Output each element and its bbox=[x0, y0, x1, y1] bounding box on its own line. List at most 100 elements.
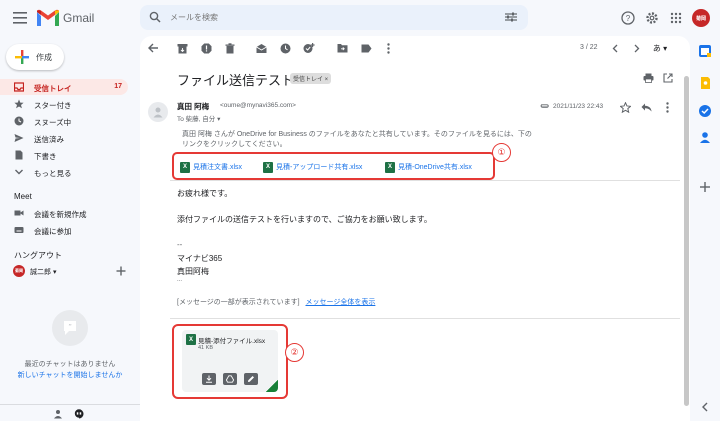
inbox-label-chip[interactable]: 受信トレイ × bbox=[290, 73, 332, 84]
sidebar-item-join-meeting[interactable]: 会議に参加 bbox=[0, 222, 128, 238]
show-side-panel-icon[interactable] bbox=[698, 400, 712, 414]
sidebar-item-sent[interactable]: 送信済み bbox=[0, 130, 128, 146]
attachment-name: 見積-添付ファイル.xlsx bbox=[198, 338, 266, 345]
send-icon bbox=[14, 133, 24, 143]
gear-icon[interactable] bbox=[644, 10, 660, 26]
tasks-icon[interactable] bbox=[698, 104, 712, 118]
search-input[interactable] bbox=[170, 10, 470, 25]
sidebar-item-new-meeting[interactable]: 会議を新規作成 bbox=[0, 205, 128, 221]
contacts-icon[interactable] bbox=[698, 130, 712, 144]
view-entire-message-link[interactable]: メッセージ全体を表示 bbox=[306, 299, 376, 306]
video-icon bbox=[14, 208, 24, 218]
input-tools-selector[interactable]: あ ▾ bbox=[648, 41, 672, 55]
body-text: 添付ファイルの送信テストを行いますので、ご協力をお願い致します。 bbox=[177, 215, 432, 224]
search-icon[interactable] bbox=[148, 10, 162, 24]
print-icon[interactable] bbox=[642, 72, 654, 84]
shared-file-link[interactable]: X 見積注文書.xlsx bbox=[180, 161, 242, 173]
apps-grid-icon[interactable] bbox=[668, 10, 684, 26]
truncated-message-notice: [メッセージの一部が表示されています] メッセージ全体を表示 bbox=[177, 297, 375, 307]
inbox-icon bbox=[14, 82, 24, 92]
plus-icon bbox=[14, 49, 30, 65]
sidebar-item-starred[interactable]: スター付き bbox=[0, 96, 128, 112]
sidebar-item-label: 下書き bbox=[34, 152, 57, 161]
shared-file-name: 見積-OneDrive共有.xlsx bbox=[398, 164, 472, 171]
shared-files-highlight: X 見積注文書.xlsx X 見積-アップロード共有.xlsx X 見積-One… bbox=[172, 152, 495, 180]
message-view: 3 / 22 あ ▾ ファイル送信テスト 受信トレイ × 真田 阿梅 <oume… bbox=[140, 36, 690, 421]
edit-pencil-icon[interactable] bbox=[244, 373, 258, 385]
help-icon[interactable]: ? bbox=[620, 10, 636, 26]
excel-file-icon: X bbox=[186, 334, 196, 345]
prev-page-icon[interactable] bbox=[608, 41, 622, 55]
scrollbar-thumb[interactable] bbox=[684, 76, 689, 406]
meet-section-title: Meet bbox=[14, 192, 32, 201]
signature-name: 真田阿梅 bbox=[177, 267, 209, 276]
calendar-icon[interactable] bbox=[698, 44, 712, 58]
add-task-icon[interactable] bbox=[302, 41, 316, 55]
sidebar-item-snoozed[interactable]: スヌーズ中 bbox=[0, 113, 128, 129]
back-arrow-icon[interactable] bbox=[146, 41, 160, 55]
add-contact-icon[interactable] bbox=[115, 265, 127, 277]
person-icon[interactable] bbox=[53, 409, 63, 419]
sidebar-item-label: スヌーズ中 bbox=[34, 118, 72, 127]
gmail-logo-icon[interactable] bbox=[36, 9, 60, 27]
reply-icon[interactable] bbox=[640, 101, 652, 113]
app-name[interactable]: Gmail bbox=[63, 11, 94, 25]
more-vert-icon[interactable] bbox=[381, 41, 395, 55]
excel-file-icon: X bbox=[385, 161, 395, 173]
sidebar-item-label: 会議を新規作成 bbox=[34, 210, 87, 219]
signature-company: マイナビ365 bbox=[177, 254, 223, 263]
sidebar-item-label: 会議に参加 bbox=[34, 227, 72, 236]
open-in-new-window-icon[interactable] bbox=[662, 72, 674, 84]
draft-icon bbox=[14, 150, 24, 160]
attachment-card[interactable]: X 見積-添付ファイル.xlsx 41 KB bbox=[182, 330, 278, 392]
add-to-drive-icon[interactable] bbox=[223, 373, 237, 385]
search-options-icon[interactable] bbox=[504, 10, 518, 24]
recipients-dropdown[interactable]: To 柴藤, 自分 ▾ bbox=[177, 113, 220, 123]
annotation-badge-2: ② bbox=[285, 343, 304, 362]
divider bbox=[170, 180, 680, 181]
shared-file-link[interactable]: X 見積-OneDrive共有.xlsx bbox=[385, 161, 472, 173]
get-addons-icon[interactable] bbox=[698, 180, 712, 194]
shared-file-name: 見積注文書.xlsx bbox=[193, 164, 242, 171]
attachment-size: 41 KB bbox=[198, 345, 213, 351]
hangouts-user[interactable]: 誠二郎 ▾ bbox=[30, 267, 56, 277]
message-date: 2021/11/23 22:43 bbox=[553, 103, 604, 110]
download-icon[interactable] bbox=[202, 373, 216, 385]
top-header: Gmail ? 菊岡 bbox=[0, 0, 720, 36]
search-bar[interactable] bbox=[140, 5, 528, 30]
compose-label: 作成 bbox=[36, 53, 52, 62]
message-subject: ファイル送信テスト bbox=[177, 73, 295, 88]
shared-file-link[interactable]: X 見積-アップロード共有.xlsx bbox=[263, 161, 362, 173]
file-corner-fold bbox=[266, 380, 278, 392]
start-new-chat-link[interactable]: 新しいチャットを開始しませんか bbox=[0, 370, 140, 380]
sidebar-item-inbox[interactable]: 受信トレイ 17 bbox=[0, 79, 128, 95]
snooze-clock-icon[interactable] bbox=[278, 41, 292, 55]
delete-icon[interactable] bbox=[223, 41, 237, 55]
main-menu-icon[interactable] bbox=[10, 8, 30, 28]
sidebar-item-label: 送信済み bbox=[34, 135, 64, 144]
chevron-down-icon bbox=[14, 167, 24, 177]
excel-file-icon: X bbox=[180, 161, 190, 173]
archive-icon[interactable] bbox=[175, 41, 189, 55]
account-avatar[interactable]: 菊岡 bbox=[692, 9, 710, 27]
mark-unread-icon[interactable] bbox=[254, 41, 268, 55]
hangouts-avatar[interactable]: 菊岡 bbox=[13, 265, 25, 277]
hangouts-icon[interactable] bbox=[74, 409, 84, 419]
signature-ellipsis: ... bbox=[177, 277, 183, 283]
hangouts-section-title: ハングアウト bbox=[14, 251, 62, 260]
svg-text:”: ” bbox=[68, 323, 71, 331]
pager-text: 3 / 22 bbox=[580, 44, 598, 51]
shared-file-name: 見積-アップロード共有.xlsx bbox=[276, 164, 363, 171]
message-more-icon[interactable] bbox=[661, 101, 673, 113]
keep-icon[interactable] bbox=[698, 76, 712, 90]
next-page-icon[interactable] bbox=[630, 41, 644, 55]
compose-button[interactable]: 作成 bbox=[6, 44, 64, 70]
attachment-icon bbox=[539, 102, 549, 112]
sidebar-item-drafts[interactable]: 下書き bbox=[0, 147, 128, 163]
clock-icon bbox=[14, 116, 24, 126]
label-tag-icon[interactable] bbox=[359, 41, 373, 55]
move-to-folder-icon[interactable] bbox=[335, 41, 349, 55]
sidebar-item-more[interactable]: もっと見る bbox=[0, 164, 128, 180]
star-outline-icon[interactable] bbox=[619, 101, 631, 113]
report-spam-icon[interactable] bbox=[199, 41, 213, 55]
